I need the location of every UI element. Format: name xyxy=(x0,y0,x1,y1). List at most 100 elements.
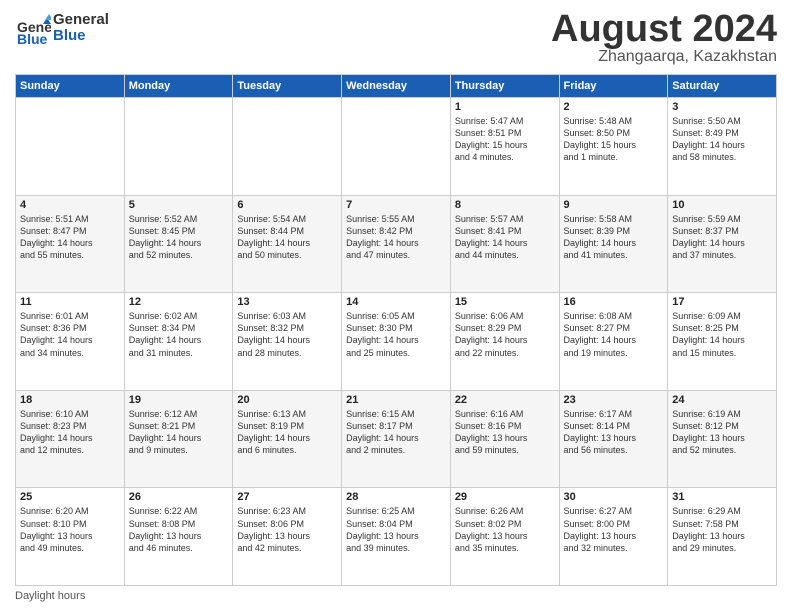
day-cell: 24 Sunrise: 6:19 AM Sunset: 8:12 PM Dayli… xyxy=(668,390,777,488)
footer-text: Daylight hours xyxy=(15,590,85,602)
day-number: 9 xyxy=(564,199,664,211)
day-cell: 6 Sunrise: 5:54 AM Sunset: 8:44 PM Daylig… xyxy=(233,195,342,293)
day-number: 10 xyxy=(672,199,772,211)
subtitle: Zhangaarqa, Kazakhstan xyxy=(551,48,777,66)
day-cell: 20Sunrise: 6:13 AM Sunset: 8:19 PM Dayli… xyxy=(233,390,342,488)
day-cell xyxy=(342,98,451,196)
day-cell: 13Sunrise: 6:03 AM Sunset: 8:32 PM Dayli… xyxy=(233,293,342,391)
day-cell: 22Sunrise: 6:16 AM Sunset: 8:16 PM Dayli… xyxy=(450,390,559,488)
day-cell: 11 Sunrise: 6:01 AM Sunset: 8:36 PM Dayli… xyxy=(16,293,125,391)
day-number: 29 xyxy=(455,491,555,503)
day-header-tuesday: Tuesday xyxy=(233,75,342,98)
day-number: 20 xyxy=(237,394,337,406)
day-number: 4 xyxy=(20,199,120,211)
day-info: Sunrise: 6:05 AM Sunset: 8:30 PM Dayligh… xyxy=(346,310,446,359)
logo: General Blue General Blue xyxy=(15,10,109,46)
day-number: 11 xyxy=(20,296,120,308)
day-cell: 21Sunrise: 6:15 AM Sunset: 8:17 PM Dayli… xyxy=(342,390,451,488)
day-cell xyxy=(124,98,233,196)
day-cell: 16 Sunrise: 6:08 AM Sunset: 8:27 PM Dayli… xyxy=(559,293,668,391)
day-info: Sunrise: 5:48 AM Sunset: 8:50 PM Dayligh… xyxy=(564,115,664,164)
day-number: 25 xyxy=(20,491,120,503)
day-number: 2 xyxy=(564,101,664,113)
day-number: 14 xyxy=(346,296,446,308)
day-info: Sunrise: 6:01 AM Sunset: 8:36 PM Dayligh… xyxy=(20,310,120,359)
day-info: Sunrise: 5:55 AM Sunset: 8:42 PM Dayligh… xyxy=(346,213,446,262)
day-header-monday: Monday xyxy=(124,75,233,98)
day-number: 31 xyxy=(672,491,772,503)
day-info: Sunrise: 6:12 AM Sunset: 8:21 PM Dayligh… xyxy=(129,408,229,457)
day-info: Sunrise: 6:29 AM Sunset: 7:58 PM Dayligh… xyxy=(672,505,772,554)
main-title: August 2024 xyxy=(551,10,777,48)
day-number: 30 xyxy=(564,491,664,503)
day-number: 24 xyxy=(672,394,772,406)
day-info: Sunrise: 6:20 AM Sunset: 8:10 PM Dayligh… xyxy=(20,505,120,554)
day-info: Sunrise: 6:08 AM Sunset: 8:27 PM Dayligh… xyxy=(564,310,664,359)
day-number: 6 xyxy=(237,199,337,211)
day-cell: 23 Sunrise: 6:17 AM Sunset: 8:14 PM Dayli… xyxy=(559,390,668,488)
day-number: 19 xyxy=(129,394,229,406)
day-cell: 2 Sunrise: 5:48 AM Sunset: 8:50 PM Daylig… xyxy=(559,98,668,196)
day-header-thursday: Thursday xyxy=(450,75,559,98)
day-cell: 8Sunrise: 5:57 AM Sunset: 8:41 PM Daylig… xyxy=(450,195,559,293)
day-info: Sunrise: 5:54 AM Sunset: 8:44 PM Dayligh… xyxy=(237,213,337,262)
day-info: Sunrise: 5:57 AM Sunset: 8:41 PM Dayligh… xyxy=(455,213,555,262)
logo-blue-text: Blue xyxy=(53,28,109,45)
day-info: Sunrise: 6:17 AM Sunset: 8:14 PM Dayligh… xyxy=(564,408,664,457)
day-cell: 29 Sunrise: 6:26 AM Sunset: 8:02 PM Dayli… xyxy=(450,488,559,586)
day-info: Sunrise: 6:23 AM Sunset: 8:06 PM Dayligh… xyxy=(237,505,337,554)
day-cell: 9Sunrise: 5:58 AM Sunset: 8:39 PM Daylig… xyxy=(559,195,668,293)
day-cell: 12 Sunrise: 6:02 AM Sunset: 8:34 PM Dayli… xyxy=(124,293,233,391)
day-header-friday: Friday xyxy=(559,75,668,98)
day-cell: 14 Sunrise: 6:05 AM Sunset: 8:30 PM Dayli… xyxy=(342,293,451,391)
day-cell: 19 Sunrise: 6:12 AM Sunset: 8:21 PM Dayli… xyxy=(124,390,233,488)
day-cell: 25 Sunrise: 6:20 AM Sunset: 8:10 PM Dayli… xyxy=(16,488,125,586)
day-info: Sunrise: 6:19 AM Sunset: 8:12 PM Dayligh… xyxy=(672,408,772,457)
week-row-2: 4Sunrise: 5:51 AM Sunset: 8:47 PM Daylig… xyxy=(16,195,777,293)
calendar-table: SundayMondayTuesdayWednesdayThursdayFrid… xyxy=(15,74,777,586)
footer: Daylight hours xyxy=(15,590,777,602)
day-number: 1 xyxy=(455,101,555,113)
day-number: 21 xyxy=(346,394,446,406)
day-number: 26 xyxy=(129,491,229,503)
day-info: Sunrise: 5:52 AM Sunset: 8:45 PM Dayligh… xyxy=(129,213,229,262)
day-cell: 3 Sunrise: 5:50 AM Sunset: 8:49 PM Daylig… xyxy=(668,98,777,196)
day-cell: 15Sunrise: 6:06 AM Sunset: 8:29 PM Dayli… xyxy=(450,293,559,391)
day-cell: 4Sunrise: 5:51 AM Sunset: 8:47 PM Daylig… xyxy=(16,195,125,293)
day-number: 23 xyxy=(564,394,664,406)
day-info: Sunrise: 6:02 AM Sunset: 8:34 PM Dayligh… xyxy=(129,310,229,359)
week-row-4: 18 Sunrise: 6:10 AM Sunset: 8:23 PM Dayli… xyxy=(16,390,777,488)
day-info: Sunrise: 6:26 AM Sunset: 8:02 PM Dayligh… xyxy=(455,505,555,554)
logo-general-text: General xyxy=(53,12,109,29)
day-cell xyxy=(16,98,125,196)
day-info: Sunrise: 5:59 AM Sunset: 8:37 PM Dayligh… xyxy=(672,213,772,262)
day-info: Sunrise: 6:25 AM Sunset: 8:04 PM Dayligh… xyxy=(346,505,446,554)
day-number: 22 xyxy=(455,394,555,406)
week-row-1: 1 Sunrise: 5:47 AM Sunset: 8:51 PM Daylig… xyxy=(16,98,777,196)
day-header-wednesday: Wednesday xyxy=(342,75,451,98)
day-info: Sunrise: 6:22 AM Sunset: 8:08 PM Dayligh… xyxy=(129,505,229,554)
day-number: 13 xyxy=(237,296,337,308)
day-number: 18 xyxy=(20,394,120,406)
day-number: 3 xyxy=(672,101,772,113)
week-row-3: 11 Sunrise: 6:01 AM Sunset: 8:36 PM Dayli… xyxy=(16,293,777,391)
day-number: 28 xyxy=(346,491,446,503)
calendar-header: SundayMondayTuesdayWednesdayThursdayFrid… xyxy=(16,75,777,98)
day-info: Sunrise: 6:27 AM Sunset: 8:00 PM Dayligh… xyxy=(564,505,664,554)
day-number: 7 xyxy=(346,199,446,211)
calendar-body: 1 Sunrise: 5:47 AM Sunset: 8:51 PM Daylig… xyxy=(16,98,777,586)
day-info: Sunrise: 6:09 AM Sunset: 8:25 PM Dayligh… xyxy=(672,310,772,359)
day-cell: 28 Sunrise: 6:25 AM Sunset: 8:04 PM Dayli… xyxy=(342,488,451,586)
svg-text:Blue: Blue xyxy=(17,31,48,46)
day-number: 17 xyxy=(672,296,772,308)
day-info: Sunrise: 5:50 AM Sunset: 8:49 PM Dayligh… xyxy=(672,115,772,164)
day-cell: 18 Sunrise: 6:10 AM Sunset: 8:23 PM Dayli… xyxy=(16,390,125,488)
header-row: SundayMondayTuesdayWednesdayThursdayFrid… xyxy=(16,75,777,98)
day-number: 5 xyxy=(129,199,229,211)
day-number: 16 xyxy=(564,296,664,308)
day-cell: 30 Sunrise: 6:27 AM Sunset: 8:00 PM Dayli… xyxy=(559,488,668,586)
day-info: Sunrise: 6:10 AM Sunset: 8:23 PM Dayligh… xyxy=(20,408,120,457)
day-number: 12 xyxy=(129,296,229,308)
day-header-saturday: Saturday xyxy=(668,75,777,98)
day-info: Sunrise: 5:47 AM Sunset: 8:51 PM Dayligh… xyxy=(455,115,555,164)
